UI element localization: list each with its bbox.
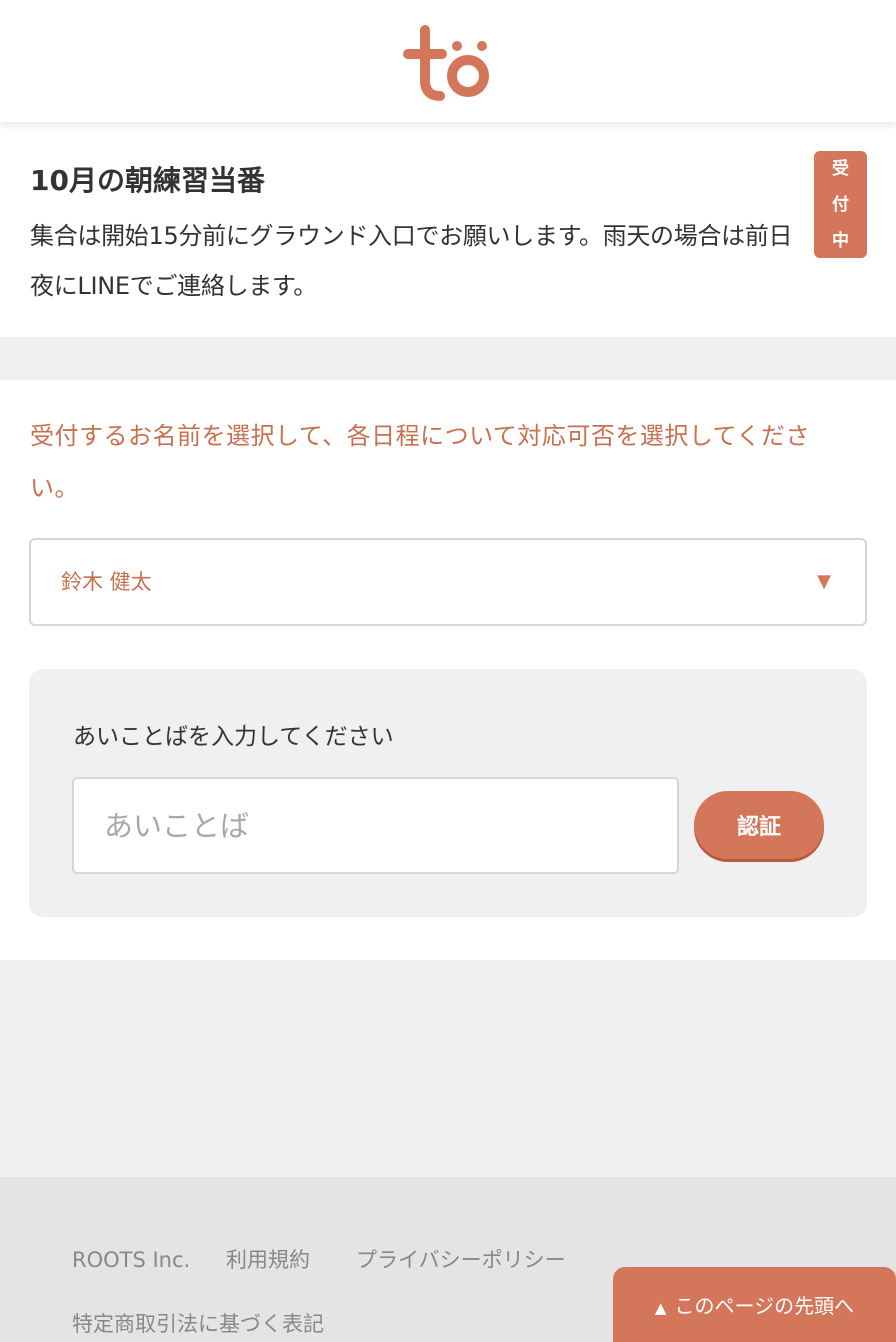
- status-badge-char: 中: [832, 230, 849, 251]
- passphrase-label: あいことばを入力してください: [73, 724, 394, 750]
- authenticate-button[interactable]: 認証: [694, 791, 824, 859]
- passphrase-input[interactable]: [72, 777, 679, 874]
- event-title: 10月の朝練習当番: [30, 164, 265, 197]
- footer-link-privacy[interactable]: プライバシーポリシー: [356, 1245, 566, 1275]
- event-description: 集合は開始15分前にグラウンド入口でお願いします。雨天の場合は前日夜にLINEで…: [30, 222, 793, 300]
- status-badge-char: 付: [832, 194, 849, 215]
- to-logo-icon[interactable]: [400, 24, 496, 104]
- reception-form: 受付するお名前を選択して、各日程について対応可否を選択してください。 鈴木 健太…: [0, 380, 896, 960]
- header: [0, 0, 896, 122]
- instruction-text: 受付するお名前を選択して、各日程について対応可否を選択してください。: [30, 422, 810, 502]
- footer-link-terms[interactable]: 利用規約: [226, 1245, 310, 1275]
- back-to-top-label: このページの先頭へ: [674, 1294, 855, 1318]
- footer-link-company[interactable]: ROOTS Inc.: [72, 1245, 190, 1275]
- name-select[interactable]: 鈴木 健太 ▼: [29, 538, 867, 626]
- passphrase-box: あいことばを入力してください 認証: [29, 669, 867, 917]
- triangle-down-icon: ▼: [817, 571, 831, 592]
- footer-link-commerce-law[interactable]: 特定商取引法に基づく表記: [72, 1309, 324, 1339]
- status-badge-char: 受: [832, 158, 849, 179]
- triangle-up-icon: ▲: [654, 1299, 667, 1317]
- status-badge: 受 付 中: [814, 151, 867, 258]
- back-to-top-button[interactable]: ▲ このページの先頭へ: [613, 1267, 896, 1342]
- event-card: 10月の朝練習当番 集合は開始15分前にグラウンド入口でお願いします。雨天の場合…: [0, 122, 896, 337]
- name-select-value: 鈴木 健太: [61, 570, 152, 594]
